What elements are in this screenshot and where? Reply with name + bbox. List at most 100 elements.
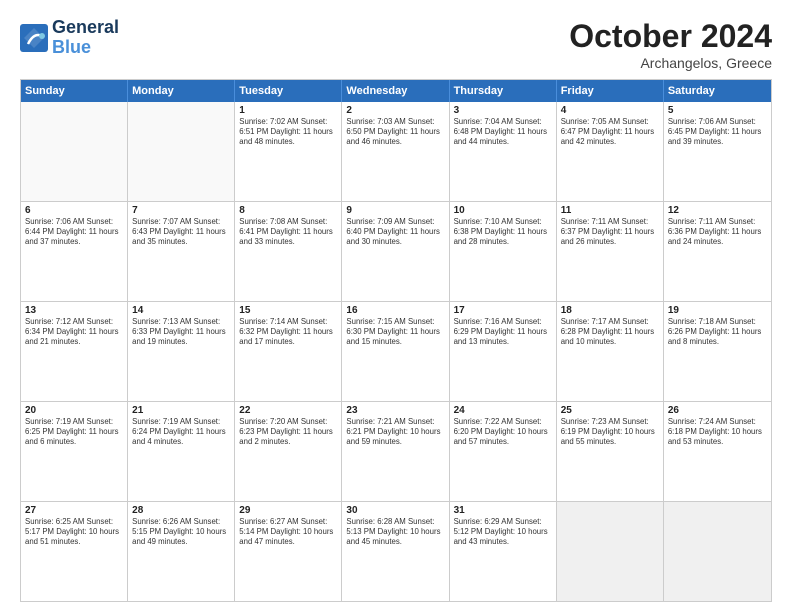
cal-cell-3-7: 19Sunrise: 7:18 AM Sunset: 6:26 PM Dayli… — [664, 302, 771, 401]
day-number: 22 — [239, 405, 337, 416]
day-number: 20 — [25, 405, 123, 416]
day-info: Sunrise: 6:27 AM Sunset: 5:14 PM Dayligh… — [239, 517, 337, 547]
logo-text: General Blue — [52, 18, 119, 58]
weekday-header-thursday: Thursday — [450, 80, 557, 102]
day-number: 18 — [561, 305, 659, 316]
day-info: Sunrise: 7:22 AM Sunset: 6:20 PM Dayligh… — [454, 417, 552, 447]
cal-cell-1-5: 3Sunrise: 7:04 AM Sunset: 6:48 PM Daylig… — [450, 102, 557, 201]
cal-cell-3-1: 13Sunrise: 7:12 AM Sunset: 6:34 PM Dayli… — [21, 302, 128, 401]
cal-cell-2-1: 6Sunrise: 7:06 AM Sunset: 6:44 PM Daylig… — [21, 202, 128, 301]
logo: General Blue — [20, 18, 119, 58]
cal-cell-5-4: 30Sunrise: 6:28 AM Sunset: 5:13 PM Dayli… — [342, 502, 449, 601]
day-number: 5 — [668, 105, 767, 116]
weekday-header-monday: Monday — [128, 80, 235, 102]
day-info: Sunrise: 7:19 AM Sunset: 6:24 PM Dayligh… — [132, 417, 230, 447]
day-number: 29 — [239, 505, 337, 516]
day-number: 30 — [346, 505, 444, 516]
day-info: Sunrise: 7:24 AM Sunset: 6:18 PM Dayligh… — [668, 417, 767, 447]
day-number: 1 — [239, 105, 337, 116]
page: General Blue October 2024 Archangelos, G… — [0, 0, 792, 612]
cal-cell-4-6: 25Sunrise: 7:23 AM Sunset: 6:19 PM Dayli… — [557, 402, 664, 501]
month-title: October 2024 — [569, 18, 772, 55]
day-number: 11 — [561, 205, 659, 216]
logo-icon — [20, 24, 48, 52]
calendar-body: 1Sunrise: 7:02 AM Sunset: 6:51 PM Daylig… — [21, 102, 771, 601]
cal-cell-2-7: 12Sunrise: 7:11 AM Sunset: 6:36 PM Dayli… — [664, 202, 771, 301]
day-info: Sunrise: 7:14 AM Sunset: 6:32 PM Dayligh… — [239, 317, 337, 347]
day-info: Sunrise: 7:21 AM Sunset: 6:21 PM Dayligh… — [346, 417, 444, 447]
day-number: 13 — [25, 305, 123, 316]
day-number: 28 — [132, 505, 230, 516]
cal-cell-4-5: 24Sunrise: 7:22 AM Sunset: 6:20 PM Dayli… — [450, 402, 557, 501]
day-number: 15 — [239, 305, 337, 316]
day-info: Sunrise: 7:17 AM Sunset: 6:28 PM Dayligh… — [561, 317, 659, 347]
day-number: 10 — [454, 205, 552, 216]
cal-cell-5-6 — [557, 502, 664, 601]
day-info: Sunrise: 7:03 AM Sunset: 6:50 PM Dayligh… — [346, 117, 444, 147]
day-number: 31 — [454, 505, 552, 516]
logo-line1: General — [52, 18, 119, 38]
cal-cell-1-4: 2Sunrise: 7:03 AM Sunset: 6:50 PM Daylig… — [342, 102, 449, 201]
day-number: 3 — [454, 105, 552, 116]
day-number: 2 — [346, 105, 444, 116]
cal-cell-3-5: 17Sunrise: 7:16 AM Sunset: 6:29 PM Dayli… — [450, 302, 557, 401]
cal-cell-5-3: 29Sunrise: 6:27 AM Sunset: 5:14 PM Dayli… — [235, 502, 342, 601]
weekday-header-sunday: Sunday — [21, 80, 128, 102]
weekday-header-saturday: Saturday — [664, 80, 771, 102]
day-number: 27 — [25, 505, 123, 516]
cal-cell-1-2 — [128, 102, 235, 201]
logo-line2: Blue — [52, 38, 119, 58]
day-info: Sunrise: 7:06 AM Sunset: 6:44 PM Dayligh… — [25, 217, 123, 247]
cal-cell-4-4: 23Sunrise: 7:21 AM Sunset: 6:21 PM Dayli… — [342, 402, 449, 501]
day-number: 4 — [561, 105, 659, 116]
calendar-row-3: 13Sunrise: 7:12 AM Sunset: 6:34 PM Dayli… — [21, 301, 771, 401]
day-info: Sunrise: 6:28 AM Sunset: 5:13 PM Dayligh… — [346, 517, 444, 547]
day-number: 8 — [239, 205, 337, 216]
cal-cell-5-5: 31Sunrise: 6:29 AM Sunset: 5:12 PM Dayli… — [450, 502, 557, 601]
day-info: Sunrise: 6:25 AM Sunset: 5:17 PM Dayligh… — [25, 517, 123, 547]
day-info: Sunrise: 7:11 AM Sunset: 6:36 PM Dayligh… — [668, 217, 767, 247]
day-number: 12 — [668, 205, 767, 216]
day-info: Sunrise: 7:23 AM Sunset: 6:19 PM Dayligh… — [561, 417, 659, 447]
day-number: 17 — [454, 305, 552, 316]
day-info: Sunrise: 7:13 AM Sunset: 6:33 PM Dayligh… — [132, 317, 230, 347]
cal-cell-2-3: 8Sunrise: 7:08 AM Sunset: 6:41 PM Daylig… — [235, 202, 342, 301]
calendar: SundayMondayTuesdayWednesdayThursdayFrid… — [20, 79, 772, 602]
cal-cell-4-2: 21Sunrise: 7:19 AM Sunset: 6:24 PM Dayli… — [128, 402, 235, 501]
day-info: Sunrise: 7:10 AM Sunset: 6:38 PM Dayligh… — [454, 217, 552, 247]
day-info: Sunrise: 7:08 AM Sunset: 6:41 PM Dayligh… — [239, 217, 337, 247]
day-number: 16 — [346, 305, 444, 316]
day-info: Sunrise: 7:20 AM Sunset: 6:23 PM Dayligh… — [239, 417, 337, 447]
day-info: Sunrise: 7:16 AM Sunset: 6:29 PM Dayligh… — [454, 317, 552, 347]
day-number: 6 — [25, 205, 123, 216]
day-info: Sunrise: 6:29 AM Sunset: 5:12 PM Dayligh… — [454, 517, 552, 547]
cal-cell-4-3: 22Sunrise: 7:20 AM Sunset: 6:23 PM Dayli… — [235, 402, 342, 501]
cal-cell-1-6: 4Sunrise: 7:05 AM Sunset: 6:47 PM Daylig… — [557, 102, 664, 201]
day-number: 26 — [668, 405, 767, 416]
day-info: Sunrise: 7:06 AM Sunset: 6:45 PM Dayligh… — [668, 117, 767, 147]
cal-cell-4-1: 20Sunrise: 7:19 AM Sunset: 6:25 PM Dayli… — [21, 402, 128, 501]
day-number: 19 — [668, 305, 767, 316]
day-info: Sunrise: 7:19 AM Sunset: 6:25 PM Dayligh… — [25, 417, 123, 447]
day-info: Sunrise: 7:02 AM Sunset: 6:51 PM Dayligh… — [239, 117, 337, 147]
day-info: Sunrise: 7:12 AM Sunset: 6:34 PM Dayligh… — [25, 317, 123, 347]
cal-cell-4-7: 26Sunrise: 7:24 AM Sunset: 6:18 PM Dayli… — [664, 402, 771, 501]
cal-cell-1-3: 1Sunrise: 7:02 AM Sunset: 6:51 PM Daylig… — [235, 102, 342, 201]
day-info: Sunrise: 7:09 AM Sunset: 6:40 PM Dayligh… — [346, 217, 444, 247]
cal-cell-1-1 — [21, 102, 128, 201]
calendar-row-4: 20Sunrise: 7:19 AM Sunset: 6:25 PM Dayli… — [21, 401, 771, 501]
weekday-header-tuesday: Tuesday — [235, 80, 342, 102]
title-block: October 2024 Archangelos, Greece — [569, 18, 772, 71]
day-info: Sunrise: 7:18 AM Sunset: 6:26 PM Dayligh… — [668, 317, 767, 347]
day-number: 24 — [454, 405, 552, 416]
calendar-row-5: 27Sunrise: 6:25 AM Sunset: 5:17 PM Dayli… — [21, 501, 771, 601]
header: General Blue October 2024 Archangelos, G… — [20, 18, 772, 71]
cal-cell-5-2: 28Sunrise: 6:26 AM Sunset: 5:15 PM Dayli… — [128, 502, 235, 601]
cal-cell-3-2: 14Sunrise: 7:13 AM Sunset: 6:33 PM Dayli… — [128, 302, 235, 401]
location: Archangelos, Greece — [569, 55, 772, 71]
cal-cell-3-3: 15Sunrise: 7:14 AM Sunset: 6:32 PM Dayli… — [235, 302, 342, 401]
weekday-header-wednesday: Wednesday — [342, 80, 449, 102]
cal-cell-3-4: 16Sunrise: 7:15 AM Sunset: 6:30 PM Dayli… — [342, 302, 449, 401]
day-number: 21 — [132, 405, 230, 416]
cal-cell-2-2: 7Sunrise: 7:07 AM Sunset: 6:43 PM Daylig… — [128, 202, 235, 301]
